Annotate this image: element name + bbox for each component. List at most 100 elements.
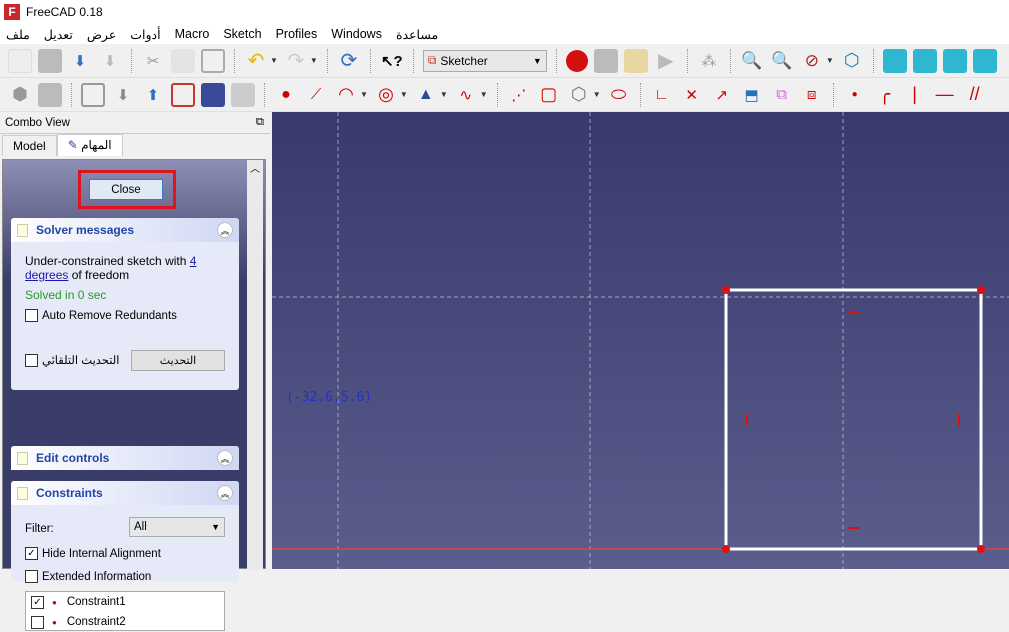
undock-icon[interactable]: ⧉	[256, 116, 264, 129]
record-macro-icon[interactable]	[565, 49, 588, 72]
constrain-coincident-icon[interactable]: ●	[843, 83, 867, 107]
top-view-icon[interactable]	[912, 48, 937, 73]
view-sketch-icon[interactable]	[201, 82, 225, 107]
group-icon[interactable]	[38, 82, 62, 107]
polyline-icon[interactable]: ⋰	[507, 83, 531, 107]
draw-style-icon[interactable]: ⊘	[800, 49, 824, 73]
dependency-graph-icon[interactable]: ⁂	[697, 49, 721, 73]
bspline-dropdown-icon[interactable]: ▼	[480, 90, 488, 99]
collapse-icon[interactable]: ︽	[217, 485, 233, 501]
task-scrollbar[interactable]: ︿	[247, 160, 263, 570]
conic-dropdown-icon[interactable]: ▼	[440, 90, 448, 99]
constraints-header[interactable]: Constraints ︽	[11, 481, 239, 505]
edit-controls-header[interactable]: Edit controls ︽	[11, 446, 239, 470]
arc-icon[interactable]: ◠	[334, 83, 358, 107]
right-view-icon[interactable]	[942, 48, 967, 73]
redo-icon[interactable]: ↷	[284, 49, 308, 73]
polygon-dropdown-icon[interactable]: ▼	[593, 90, 601, 99]
validate-sketch-icon[interactable]	[171, 82, 195, 107]
auto-remove-redundants-checkbox[interactable]: Auto Remove Redundants	[25, 309, 177, 322]
constrain-point-on-object-icon[interactable]: ╭	[873, 83, 897, 107]
fillet-icon[interactable]: ∟	[650, 83, 674, 107]
hide-internal-alignment-checkbox[interactable]: ✓ Hide Internal Alignment	[25, 547, 161, 560]
carbon-copy-icon[interactable]: ⧉	[770, 83, 794, 107]
update-button[interactable]: التحديث	[131, 350, 225, 371]
new-file-icon[interactable]	[8, 48, 32, 73]
tab-tasks[interactable]: ✎ المهام	[56, 134, 123, 156]
menu-tools[interactable]: أدوات	[130, 27, 168, 42]
edit-macro-icon[interactable]	[623, 48, 648, 73]
refresh-icon[interactable]: ⟳	[337, 49, 361, 73]
part-icon[interactable]: ⬢	[8, 83, 32, 107]
cut-icon[interactable]: ✂	[141, 49, 165, 73]
paste-icon[interactable]	[201, 48, 225, 73]
circle-icon[interactable]: ◎	[374, 83, 398, 107]
constrain-parallel-icon[interactable]: //	[963, 83, 987, 107]
menu-help[interactable]: مساعدة	[396, 27, 446, 42]
menu-windows[interactable]: Windows	[331, 27, 390, 41]
undo-dropdown-icon[interactable]: ▼	[270, 56, 278, 65]
external-geometry-icon[interactable]: ⬒	[740, 83, 764, 107]
polygon-icon[interactable]: ⬡	[567, 83, 591, 107]
slot-icon[interactable]: ⬭	[607, 83, 631, 107]
save-icon[interactable]: ⬇	[68, 49, 92, 73]
fit-all-icon[interactable]: 🔍	[740, 49, 764, 73]
redo-dropdown-icon[interactable]: ▼	[310, 56, 318, 65]
close-button[interactable]: Close	[89, 179, 163, 200]
rear-view-icon[interactable]	[972, 48, 997, 73]
open-folder-icon[interactable]	[38, 48, 62, 73]
arc-dropdown-icon[interactable]: ▼	[360, 90, 368, 99]
rectangle-icon[interactable]: ▢	[537, 83, 561, 107]
sketch-rectangle[interactable]	[724, 288, 983, 551]
menu-file[interactable]: ملف	[6, 27, 38, 42]
point-icon[interactable]: ●	[274, 83, 298, 107]
solver-messages-header[interactable]: Solver messages ︽	[11, 218, 239, 242]
construction-mode-icon[interactable]: ⧈	[800, 83, 824, 107]
extend-icon[interactable]: ↗	[710, 83, 734, 107]
view-section-icon[interactable]	[231, 82, 255, 107]
auto-update-checkbox[interactable]: التحديث التلقائي	[25, 353, 119, 367]
checkbox-checked: ✓	[25, 547, 38, 560]
menu-profiles[interactable]: Profiles	[276, 27, 326, 41]
menu-sketch[interactable]: Sketch	[223, 27, 269, 41]
dof-link[interactable]: 4	[190, 254, 197, 268]
menu-view[interactable]: عرض	[87, 27, 124, 42]
new-sketch-icon[interactable]	[81, 82, 105, 107]
list-item[interactable]: ✓ ● Constraint1	[26, 592, 224, 612]
trim-icon[interactable]: ✕	[680, 83, 704, 107]
collapse-icon[interactable]: ︽	[217, 450, 233, 466]
dof-link-2[interactable]: degrees	[25, 268, 68, 282]
workbench-selector[interactable]: ⧉ Sketcher ▼	[422, 49, 547, 72]
copy-icon[interactable]	[171, 48, 195, 73]
3d-view-canvas[interactable]: (-32.6,5.6)	[272, 112, 1009, 569]
constrain-vertical-icon[interactable]: |	[903, 83, 927, 107]
draw-style-dropdown-icon[interactable]: ▼	[826, 56, 834, 65]
panel-icon	[17, 451, 28, 465]
scroll-up-icon[interactable]: ︿	[247, 160, 263, 176]
stop-macro-icon[interactable]	[593, 48, 618, 73]
menu-macro[interactable]: Macro	[175, 27, 218, 41]
front-view-icon[interactable]	[882, 48, 907, 73]
undo-icon[interactable]: ↶	[244, 49, 268, 73]
vertex-point	[977, 286, 985, 294]
menu-edit[interactable]: تعديل	[44, 27, 81, 42]
import-icon[interactable]: ⬇	[111, 83, 135, 107]
fit-selection-icon[interactable]: 🔍	[770, 49, 794, 73]
checkbox-checked[interactable]: ✓	[31, 595, 44, 609]
filter-select[interactable]: All ▼	[129, 517, 225, 537]
conic-icon[interactable]: ▲	[414, 83, 438, 107]
line-icon[interactable]: ⟋	[304, 83, 328, 107]
extended-information-checkbox[interactable]: Extended Information	[25, 570, 151, 583]
run-macro-icon[interactable]: ▶	[654, 49, 678, 73]
export-icon[interactable]: ⬆	[141, 83, 165, 107]
constrain-horizontal-icon[interactable]: —	[933, 83, 957, 107]
isometric-view-icon[interactable]: ⬡	[840, 49, 864, 73]
checkbox[interactable]	[31, 615, 44, 629]
whats-this-icon[interactable]: ↖?	[380, 49, 404, 73]
collapse-icon[interactable]: ︽	[217, 222, 233, 238]
tab-model[interactable]: Model	[2, 135, 57, 156]
save-as-icon[interactable]: ⬇	[98, 49, 122, 73]
list-item[interactable]: ● Constraint2	[26, 612, 224, 632]
circle-dropdown-icon[interactable]: ▼	[400, 90, 408, 99]
bspline-icon[interactable]: ∿	[454, 83, 478, 107]
